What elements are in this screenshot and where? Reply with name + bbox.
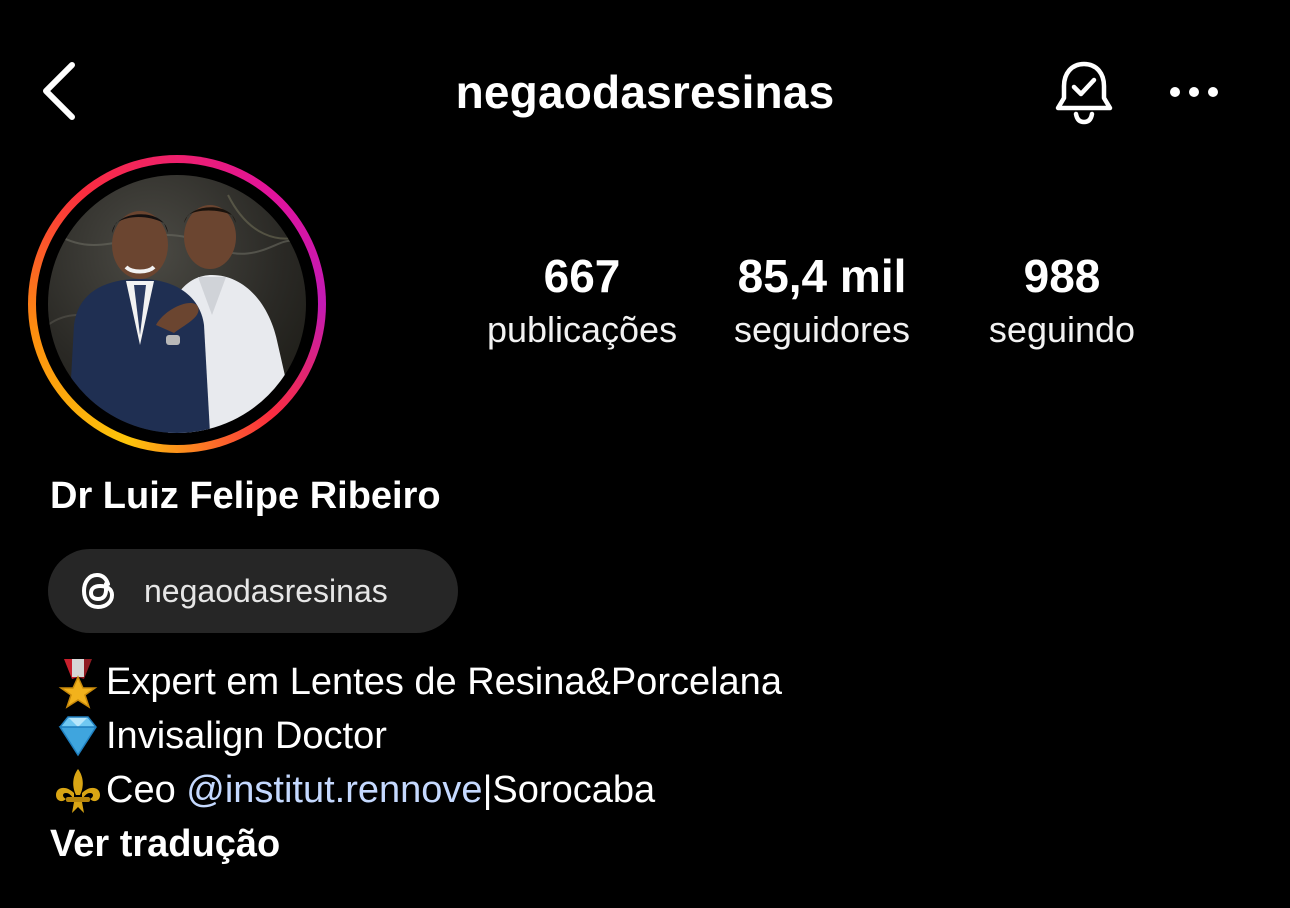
medal-icon [50, 655, 106, 709]
avatar [48, 175, 306, 433]
more-horizontal-icon [1170, 87, 1218, 97]
stat-following-label: seguindo [988, 309, 1136, 350]
bell-check-icon [1055, 61, 1113, 125]
bio-line-3: Ceo @institut.rennove |Sorocaba [50, 763, 782, 817]
notifications-button[interactable] [1048, 56, 1120, 128]
threads-badge-button[interactable]: negaodasresinas [48, 549, 458, 633]
bio-line-1: Expert em Lentes de Resina&Porcelana [50, 655, 782, 709]
profile-page: negaodasresinas 667 publicações 85,4 mil… [0, 0, 1290, 908]
diamond-icon [50, 709, 106, 763]
bio-line-3-prefix: Ceo [106, 769, 187, 811]
stat-posts[interactable]: 667 publicações [467, 248, 697, 356]
stat-followers-label: seguidores [733, 309, 911, 350]
fleur-de-lis-icon [50, 763, 106, 817]
threads-username: negaodasresinas [144, 572, 388, 609]
bio: Expert em Lentes de Resina&Porcelana Inv… [50, 655, 782, 817]
story-ring[interactable] [28, 155, 326, 453]
stat-followers[interactable]: 85,4 mil seguidores [707, 248, 937, 356]
stat-following-value: 988 [1023, 250, 1101, 302]
profile-name: Dr Luiz Felipe Ribeiro [50, 475, 441, 517]
bio-line-1-text: Expert em Lentes de Resina&Porcelana [106, 661, 782, 703]
more-options-button[interactable] [1162, 66, 1226, 118]
avatar-illustration [48, 194, 306, 433]
bio-line-3-suffix: |Sorocaba [482, 769, 656, 811]
stat-following[interactable]: 988 seguindo [947, 248, 1177, 356]
stat-posts-value: 667 [543, 250, 621, 302]
stat-posts-label: publicações [486, 309, 678, 350]
mention-link[interactable]: @institut.rennove [186, 763, 482, 817]
bio-line-2-text: Invisalign Doctor [106, 715, 387, 757]
bio-line-2: Invisalign Doctor [50, 709, 782, 763]
see-translation-button[interactable]: Ver tradução [50, 820, 280, 868]
threads-icon [82, 573, 114, 609]
stat-followers-value: 85,4 mil [737, 250, 907, 302]
